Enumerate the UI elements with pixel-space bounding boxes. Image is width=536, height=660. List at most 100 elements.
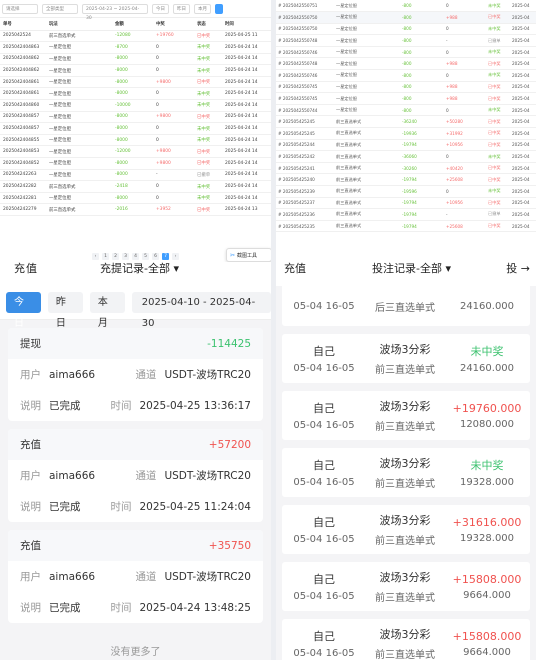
table-cell: 2025042404857	[0, 111, 46, 124]
table-row[interactable]: 2025042404863 一星定位胆 -8700 0 未中奖 2025-04-24 14	[0, 41, 271, 54]
user-group: 用户 aima666	[20, 367, 95, 382]
table-row[interactable]: # 2025042550750 一星定位胆 -800 0 未中奖 2025-04	[276, 23, 536, 36]
bet-card[interactable]: 自己 05-04 16-05 波场3分彩 前三直选单式 未中奖 24160.000	[282, 334, 530, 383]
bet-user-col: 自己 05-04 16-05	[282, 571, 366, 602]
table-row[interactable]: # 202505425240 前三直选单式 -19794 +25608 已中奖 2025-…	[276, 173, 536, 186]
table-row[interactable]: 202504242281 一星定位胆 -8000 0 未中奖 2025-04-24 14	[0, 192, 271, 205]
user-value: aima666	[49, 369, 96, 381]
table-cell: 已中奖	[194, 76, 222, 89]
table-row[interactable]: 202504242263 一星定位胆 -8000- 已撤单 2025-04-24 14	[0, 169, 271, 182]
record-amount: +57200	[208, 438, 251, 451]
table-row[interactable]: # 202505425245 前三直选单式 -36240 +50280 已中奖 2025-…	[276, 115, 536, 129]
filter-select-play[interactable]: 请选择	[2, 3, 38, 14]
bet-result-col: +15808.000 9664.000	[444, 630, 530, 658]
table-row[interactable]: # 2025042550745 一星定位胆 -800 +988 已中奖 2025-04	[276, 92, 536, 105]
table-row[interactable]: # 202505425241 前三直选单式 -30260 +40420 已中奖 2025-…	[276, 162, 536, 175]
bet-card[interactable]: 自己 05-04 16-05 波场3分彩 前三直选单式 +15808.000 9664.0…	[282, 619, 530, 660]
mobile-bet-records: 充值 投注记录-全部 ▾ 投 → 05-04 16-05 后三直选单式 24160.…	[276, 262, 536, 660]
note-group: 说明 已完成	[20, 600, 81, 615]
time-label: 时间	[110, 602, 132, 614]
table-row[interactable]: # 202505425245 前三直选单式 -19936 +31992 已中奖 2025-…	[276, 127, 536, 140]
table-row[interactable]: # 202505425236 前三直选单式 -19794- 已撤单 2025-04	[276, 208, 536, 221]
bet-card[interactable]: 自己 05-04 16-05 波场3分彩 前三直选单式 +19760.000 12080.…	[282, 391, 530, 440]
page-button[interactable]: ›	[172, 253, 179, 260]
table-row[interactable]: 2025042404857 一星定位胆 -8000 +9800 已中奖 2025-04-2…	[0, 111, 271, 124]
table-row[interactable]: 2025042404853 一星定位胆 -12000 +9800 已中奖 2025-04-…	[0, 145, 271, 159]
record-card[interactable]: 充值 +35750 用户 aima666 通道 USDT-波场TRC20 说明 已完成 时间 20…	[8, 530, 263, 623]
table-row[interactable]: # 202505425244 前三直选单式 -19794 +10956 已中奖 2025-…	[276, 139, 536, 152]
table-row[interactable]: 2025042404862 一星定位胆 -8000 0 未中奖 2025-04-24 14	[0, 64, 271, 77]
table-row[interactable]: # 2025042550744 一星定位胆 -800 0 未中奖 2025-04	[276, 104, 536, 117]
table-row[interactable]: 2025042404852 一星定位胆 -8000 +9800 已中奖 2025-04-2…	[0, 157, 271, 170]
table-row[interactable]: # 2025042550751 一星定位胆 -800 0 未中奖 2025-04	[276, 0, 536, 13]
tab-yesterday[interactable]: 昨日	[47, 292, 83, 329]
table-row[interactable]: 2025042404855 一星定位胆 -8000 0 未中奖 2025-04-24 14	[0, 134, 271, 147]
page-button[interactable]: 4	[132, 253, 139, 260]
filter-select-type[interactable]: 全部类型	[42, 3, 78, 14]
table-cell: +9800	[153, 111, 194, 124]
table-row[interactable]: # 202505425239 前三直选单式 -19596 0 未中奖 2025-04	[276, 185, 536, 198]
filter-month-button[interactable]: 本月	[194, 3, 211, 14]
bet-card[interactable]: 05-04 16-05 后三直选单式 24160.000	[282, 286, 530, 326]
table-row[interactable]: # 2025042550746 一星定位胆 -800 0 未中奖 2025-04	[276, 69, 536, 82]
table-cell: -800	[400, 11, 444, 24]
record-card[interactable]: 充值 +57200 用户 aima666 通道 USDT-波场TRC20 说明 已完成 时间 20…	[8, 429, 263, 522]
page-button[interactable]: 2	[112, 253, 119, 260]
record-card[interactable]: 提现 -114425 用户 aima666 通道 USDT-波场TRC20 说明 已完成 时间 2…	[8, 328, 263, 421]
bet-game-col: 波场3分彩 前三直选单式	[366, 626, 444, 660]
table-row[interactable]: 2025042404862 一星定位胆 -8000 0 未中奖 2025-04-24 14	[0, 53, 271, 66]
header-back-tab[interactable]: 充值	[284, 262, 306, 276]
table-row[interactable]: # 2025042550748 一星定位胆 -800 +988 已中奖 2025-04	[276, 57, 536, 71]
table-row[interactable]: # 202505425235 前三直选单式 -19794 +25608 已中奖 2025-…	[276, 220, 536, 233]
filter-date-range[interactable]: 2025-04-23 ~ 2025-04-30	[82, 3, 148, 21]
table-row[interactable]: 2025042404857 一星定位胆 -8000 0 未中奖 2025-04-24 14	[0, 122, 271, 135]
page-button[interactable]: 5	[142, 253, 149, 260]
table-cell: +25608	[444, 220, 486, 233]
channel-label: 通道	[135, 369, 157, 381]
header-right-link[interactable]: 投 →	[506, 262, 530, 276]
table-cell: -800	[400, 34, 444, 47]
table-row[interactable]: # 202505425237 前三直选单式 -19794 +10956 已中奖 2025-…	[276, 197, 536, 210]
page-button[interactable]: ‹	[92, 253, 99, 260]
table-cell: 2025-04-25 11	[222, 30, 271, 43]
table-row[interactable]: 2025042524 前三直选单式 -12080 +19760 已中奖 2025-04-2…	[0, 30, 271, 43]
table-cell: 已中奖	[486, 81, 510, 94]
table-cell: 前三直选单式	[334, 162, 400, 175]
table-row[interactable]: 2025042404861 一星定位胆 -8000 +9800 已中奖 2025-04-2…	[0, 76, 271, 89]
table-row[interactable]: # 202505425242 前三直选单式 -36060 0 未中奖 2025-04	[276, 150, 536, 163]
header-title-dropdown[interactable]: 充提记录-全部 ▾	[100, 262, 179, 276]
table-row[interactable]: # 2025042550750 一星定位胆 -800 +988 已中奖 2025-04	[276, 11, 536, 24]
table-row[interactable]: # 2025042550748 一星定位胆 -800- 已撤单 2025-04	[276, 34, 536, 47]
record-card-header: 提现 -114425	[8, 328, 263, 359]
bet-card[interactable]: 自己 05-04 16-05 波场3分彩 前三直选单式 +15808.000 9664.0…	[282, 562, 530, 611]
table-row[interactable]: # 2025042550746 一星定位胆 -800 0 未中奖 2025-04	[276, 46, 536, 59]
time-group: 时间 2025-04-25 13:36:17	[110, 398, 251, 413]
table-cell: # 202505425239	[276, 185, 334, 198]
bet-card[interactable]: 自己 05-04 16-05 波场3分彩 前三直选单式 未中奖 19328.000	[282, 448, 530, 497]
filter-yesterday-button[interactable]: 昨日	[173, 3, 190, 14]
bet-date: 05-04 16-05	[293, 534, 355, 545]
table-cell: -	[444, 34, 486, 47]
page-button[interactable]: 7	[162, 253, 169, 260]
table-row[interactable]: # 2025042550745 一星定位胆 -800 +988 已中奖 2025-04	[276, 81, 536, 94]
header-title-dropdown[interactable]: 投注记录-全部 ▾	[372, 262, 451, 276]
bet-card[interactable]: 自己 05-04 16-05 波场3分彩 前三直选单式 +31616.000 19328.…	[282, 505, 530, 554]
screenshot-tool-button[interactable]: ✂ 截图工具	[226, 248, 271, 262]
table-row[interactable]: 2025042404861 一星定位胆 -8000 0 未中奖 2025-04-24 14	[0, 87, 271, 101]
tab-today[interactable]: 今日	[6, 292, 41, 329]
tab-month[interactable]: 本月	[89, 292, 125, 329]
channel-value: USDT-波场TRC20	[164, 369, 251, 381]
table-row[interactable]: 202504242279 前三直选单式 -2016 +3952 已中奖 2025-04-2…	[0, 203, 271, 216]
table-cell: -8000	[112, 111, 153, 124]
search-button[interactable]	[215, 3, 223, 14]
table-cell: -30260	[400, 162, 444, 175]
filter-today-button[interactable]: 今日	[152, 3, 169, 14]
table-row[interactable]: 202504242282 前三直选单式 -2418 0 未中奖 2025-04-24 14	[0, 180, 271, 193]
table-cell: # 202505425236	[276, 208, 334, 221]
page-button[interactable]: 6	[152, 253, 159, 260]
header-back-tab[interactable]: 充值	[14, 262, 38, 276]
page-button[interactable]: 3	[122, 253, 129, 260]
page-button[interactable]: 1	[102, 253, 109, 260]
table-row[interactable]: 2025042404860 一星定位胆 -10000 0 未中奖 2025-04-24 1…	[0, 99, 271, 112]
date-range-picker[interactable]: 2025-04-10 - 2025-04-30	[131, 292, 271, 329]
